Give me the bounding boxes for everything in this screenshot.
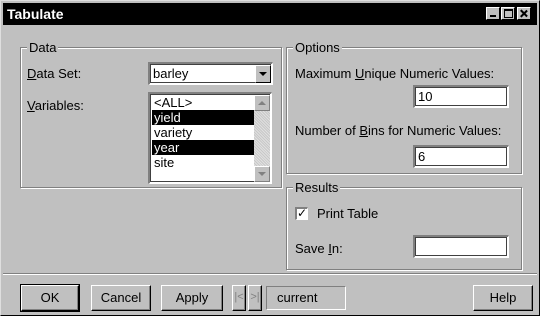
button-bar: OK Cancel Apply |< >| current Help: [3, 273, 537, 316]
tabulate-dialog: Tabulate Data Data Set: barley Variables…: [0, 0, 540, 316]
data-legend: Data: [27, 40, 59, 55]
list-item[interactable]: site: [152, 155, 269, 170]
current-record-field[interactable]: current: [266, 286, 346, 310]
print-table-label[interactable]: Print Table: [317, 206, 378, 221]
variables-scrollbar[interactable]: [254, 95, 270, 182]
print-table-checkbox[interactable]: ✓: [295, 206, 308, 220]
ok-button[interactable]: OK: [20, 284, 80, 312]
next-record-button[interactable]: >|: [248, 285, 262, 311]
help-button[interactable]: Help: [473, 285, 533, 311]
variables-listbox[interactable]: <ALL> yield variety year site: [148, 92, 272, 184]
options-groupbox: Options Maximum Unique Numeric Values: 1…: [286, 40, 522, 174]
list-item[interactable]: year: [152, 140, 269, 155]
scroll-down-icon[interactable]: [254, 166, 270, 182]
first-record-button[interactable]: |<: [232, 285, 246, 311]
close-icon[interactable]: [517, 7, 531, 20]
dataset-dropdown[interactable]: barley: [148, 62, 273, 85]
data-groupbox: Data Data Set: barley Variables: <ALL> y…: [20, 40, 282, 188]
maximize-icon[interactable]: [501, 7, 515, 20]
options-legend: Options: [293, 40, 342, 55]
results-legend: Results: [293, 180, 341, 195]
bins-input[interactable]: 6: [413, 145, 509, 168]
apply-button[interactable]: Apply: [161, 285, 223, 311]
save-in-input[interactable]: [413, 235, 509, 258]
variables-label: Variables:: [27, 98, 84, 113]
chevron-down-icon[interactable]: [255, 65, 271, 83]
cancel-button[interactable]: Cancel: [91, 285, 151, 311]
scroll-up-icon[interactable]: [254, 95, 270, 111]
minimize-icon[interactable]: [486, 7, 500, 20]
results-groupbox: Results ✓ Print Table Save In:: [286, 180, 522, 270]
save-in-label: Save In:: [295, 241, 343, 256]
bins-label: Number of Bins for Numeric Values:: [295, 123, 502, 138]
list-item[interactable]: <ALL>: [152, 95, 269, 110]
list-item[interactable]: variety: [152, 125, 269, 140]
list-item[interactable]: yield: [152, 110, 269, 125]
window-title: Tabulate: [7, 6, 64, 22]
max-unique-input[interactable]: 10: [413, 85, 509, 108]
title-bar[interactable]: Tabulate: [3, 3, 537, 25]
checkmark-icon: ✓: [297, 206, 308, 220]
max-unique-label: Maximum Unique Numeric Values:: [295, 66, 495, 81]
dataset-value: barley: [153, 66, 189, 81]
dataset-label: Data Set:: [27, 66, 82, 81]
